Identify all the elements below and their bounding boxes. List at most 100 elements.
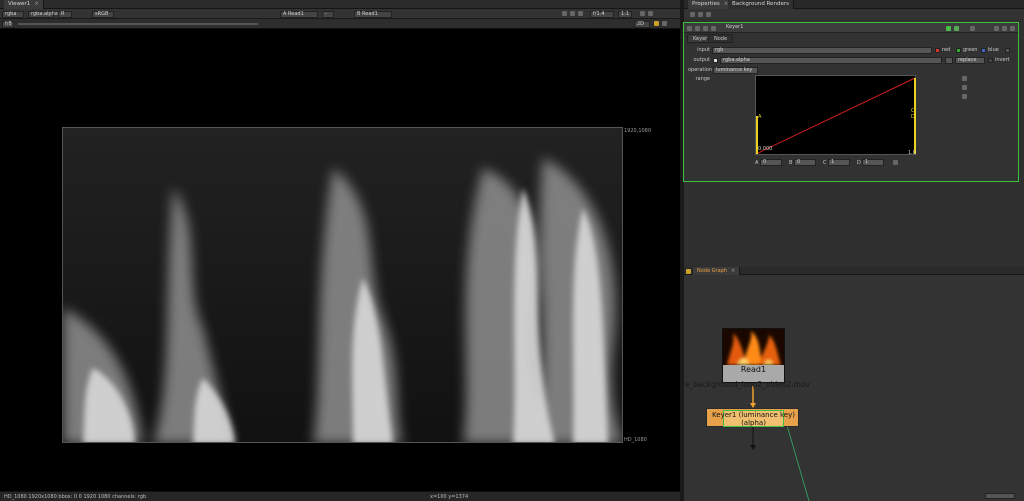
- range-d-field[interactable]: 1: [862, 159, 884, 166]
- clip-warning-icon[interactable]: [562, 11, 567, 16]
- invert-label: invert: [995, 57, 1010, 63]
- blue-checkbox[interactable]: [981, 48, 986, 53]
- alpha-channel-dropdown[interactable]: rgba.alpha: [28, 10, 58, 18]
- node-enable-icon[interactable]: [946, 26, 951, 31]
- operation-dropdown[interactable]: luminance key: [713, 67, 758, 74]
- gain-slider[interactable]: [18, 23, 258, 25]
- input-label: input: [697, 47, 710, 53]
- composite-mode-dropdown[interactable]: -: [322, 10, 334, 18]
- redo-icon[interactable]: [711, 26, 716, 31]
- viewer-tab-bar: Viewer1 ×: [0, 0, 680, 9]
- range-curve-editor[interactable]: A C D 0.000 1.0: [755, 75, 916, 156]
- properties-tab-bar: Properties × Background Renders: [684, 0, 1024, 9]
- input-a-dropdown[interactable]: A Read1: [280, 10, 318, 18]
- display-channel-dropdown[interactable]: R: [58, 10, 72, 18]
- node-view-icon[interactable]: [954, 26, 959, 31]
- node-name-field[interactable]: Keyer1: [724, 24, 954, 32]
- replace-dropdown[interactable]: replace: [955, 57, 985, 64]
- settings-icon[interactable]: [662, 21, 667, 26]
- viewer-tab-label: Viewer1: [8, 1, 31, 7]
- mask-icon[interactable]: [648, 11, 653, 16]
- range-c-field[interactable]: 1: [828, 159, 850, 166]
- keyer-node-channel: (alpha): [741, 419, 766, 427]
- tab-node[interactable]: Node: [708, 34, 734, 43]
- tab-properties[interactable]: Properties ×: [688, 0, 734, 9]
- alpha-checkbox[interactable]: [1005, 48, 1010, 53]
- node-graph-tab-bar: Node Graph ×: [684, 267, 1024, 275]
- input-channels-dropdown[interactable]: rgb: [712, 47, 932, 54]
- viewer-image[interactable]: [62, 127, 623, 443]
- viewer-secondary-toolbar: f/8 2D: [0, 19, 680, 29]
- animation-icon[interactable]: [893, 160, 898, 165]
- tab-viewer1[interactable]: Viewer1 ×: [4, 0, 44, 9]
- keyer-panel-titlebar: Keyer1: [684, 23, 1018, 33]
- input-b-dropdown[interactable]: B Read1: [354, 10, 392, 18]
- properties-tab-label: Properties: [692, 1, 720, 7]
- output-options-dropdown[interactable]: [945, 57, 953, 64]
- read-node[interactable]: Read1: [722, 328, 785, 383]
- input-a-label: Read1: [288, 10, 304, 17]
- curve-reset-icon[interactable]: [962, 85, 967, 90]
- output-label: output: [693, 57, 711, 63]
- view-mode-dropdown[interactable]: 2D: [634, 20, 650, 28]
- blue-label: blue: [988, 47, 999, 53]
- read-node-name: Read1: [740, 365, 767, 374]
- lock-icon[interactable]: [570, 11, 575, 16]
- range-c-label: C: [823, 160, 827, 166]
- invert-checkbox[interactable]: [988, 58, 993, 63]
- fire-image: [63, 128, 622, 442]
- range-a-label: A: [755, 160, 759, 166]
- node-help-icon[interactable]: [687, 26, 692, 31]
- read-thumbnail: [723, 329, 784, 365]
- range-label: range: [695, 76, 710, 82]
- input-a-letter: A: [283, 10, 287, 17]
- tab-node-graph[interactable]: Node Graph ×: [693, 267, 741, 275]
- red-label: red: [942, 47, 951, 53]
- safe-area-icon[interactable]: [640, 11, 645, 16]
- node-graph-tab-label: Node Graph: [697, 268, 727, 274]
- float-icon[interactable]: [1002, 26, 1007, 31]
- status-info: HD_1080 1920x1080 bbox: 0 0 1920 1080 ch…: [4, 494, 147, 500]
- node-color-icon[interactable]: [695, 26, 700, 31]
- background-renders-tab-label: Background Renders: [732, 1, 790, 7]
- keyer-node[interactable]: Keyer1 (luminance key) (alpha): [706, 408, 799, 427]
- red-checkbox[interactable]: [935, 48, 940, 53]
- color-picker-icon[interactable]: [654, 21, 659, 26]
- colorspace-dropdown[interactable]: sRGB: [92, 10, 114, 18]
- lock-icon[interactable]: [698, 12, 703, 17]
- fstop-field[interactable]: f/8: [2, 20, 14, 28]
- proxy-dropdown[interactable]: 1:1: [618, 10, 632, 18]
- panel-menu-icon[interactable]: [686, 268, 691, 274]
- roi-icon[interactable]: [578, 11, 583, 16]
- close-icon[interactable]: ×: [731, 268, 735, 274]
- range-d-label: D: [857, 160, 861, 166]
- channels-dropdown[interactable]: rgba: [2, 10, 24, 18]
- range-b-field[interactable]: 0: [794, 159, 816, 166]
- range-b-label: B: [789, 160, 793, 166]
- curve-fit-icon[interactable]: [962, 94, 967, 99]
- green-checkbox[interactable]: [956, 48, 961, 53]
- curve-tool-icon[interactable]: [962, 76, 967, 81]
- float-panel-icon[interactable]: [706, 12, 711, 17]
- revert-icon[interactable]: [970, 26, 975, 31]
- zoom-dropdown[interactable]: f/1.4: [590, 10, 614, 18]
- input-b-letter: B: [357, 10, 361, 17]
- output-channels-dropdown[interactable]: rgba.alpha: [720, 57, 942, 64]
- tab-background-renders[interactable]: Background Renders: [728, 0, 795, 9]
- range-max-value: 1.0: [908, 150, 916, 156]
- navigator-minimap[interactable]: [985, 493, 1015, 499]
- help-icon[interactable]: [994, 26, 999, 31]
- close-icon[interactable]: ×: [34, 1, 39, 7]
- close-icon[interactable]: [1010, 26, 1015, 31]
- range-a-field[interactable]: 0: [760, 159, 782, 166]
- range-marker-a: A: [758, 114, 762, 120]
- output-checkbox[interactable]: [713, 58, 718, 63]
- range-marker-d: D: [911, 114, 915, 120]
- undo-icon[interactable]: [703, 26, 708, 31]
- max-panels-icon[interactable]: [690, 12, 695, 17]
- viewer-pane: Viewer1 × rgba rgba.alpha R sRGB A Read1 …: [0, 0, 680, 501]
- viewer-toolbar: rgba rgba.alpha R sRGB A Read1 - B Read1…: [0, 9, 680, 19]
- viewer-status-bar: HD_1080 1920x1080 bbox: 0 0 1920 1080 ch…: [0, 491, 680, 501]
- format-name-label: HD_1080: [624, 437, 647, 443]
- properties-toolbar: [684, 9, 1024, 19]
